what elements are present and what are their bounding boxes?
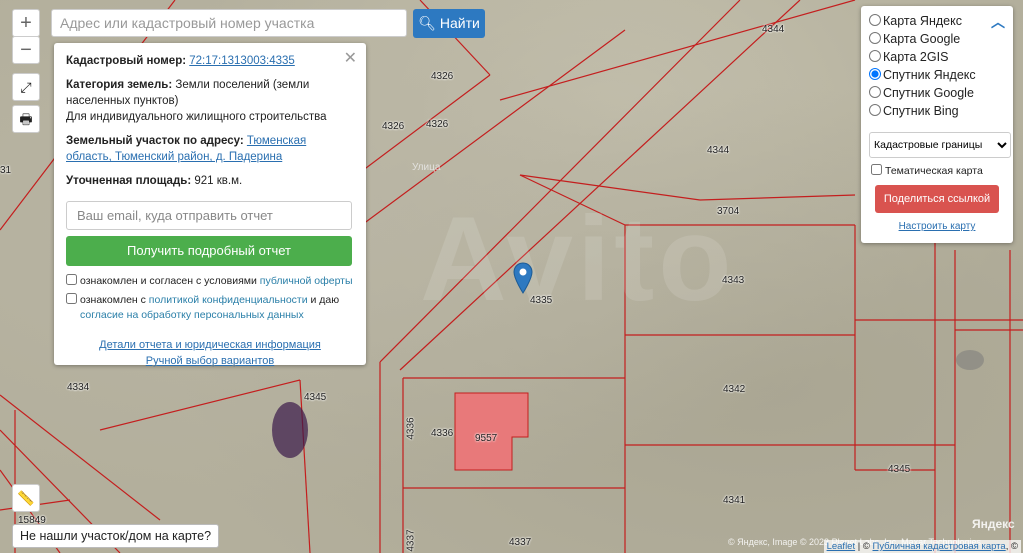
- privacy-consent-checkbox[interactable]: [66, 293, 77, 304]
- plot-label: 4343: [722, 275, 745, 286]
- plot-label: 4336: [431, 428, 454, 439]
- category-use: Для индивидуального жилищного строительс…: [66, 111, 327, 123]
- search-button[interactable]: 🔍︎ Найти: [413, 9, 485, 38]
- layer-option[interactable]: Карта Google: [869, 30, 1005, 48]
- search-button-label: Найти: [439, 15, 480, 31]
- offer-consent-row: ознакомлен и согласен с условиями публич…: [66, 274, 354, 289]
- plot-label: 3704: [717, 206, 740, 217]
- layer-radio[interactable]: [869, 86, 881, 98]
- plot-label: 4344: [707, 145, 730, 156]
- yandex-logo: Яндекс: [972, 517, 1015, 531]
- leaflet-link[interactable]: Leaflet: [827, 541, 856, 552]
- offer-link[interactable]: публичной оферты: [260, 275, 353, 287]
- plot-label: 31: [0, 165, 12, 176]
- category-label: Категория земель:: [66, 79, 173, 91]
- layer-radio[interactable]: [869, 104, 881, 116]
- attribution-tail: , ©: [1005, 541, 1018, 552]
- cadastral-label: Кадастровый номер:: [66, 55, 187, 67]
- privacy-policy-link[interactable]: политикой конфиденциальности: [149, 294, 308, 306]
- layer-option-label: Спутник Яндекс: [883, 68, 976, 82]
- avito-watermark: Avito: [420, 192, 736, 326]
- fullscreen-button[interactable]: ⤢: [12, 73, 40, 101]
- plot-label: 4337: [405, 529, 417, 552]
- thematic-map-label: Тематическая карта: [885, 165, 983, 177]
- layer-radio[interactable]: [869, 32, 881, 44]
- report-details-link[interactable]: Детали отчета и юридическая информация: [99, 339, 321, 351]
- attribution-sep: | ©: [855, 541, 873, 552]
- layer-option-label: Карта Яндекс: [883, 14, 962, 28]
- plot-label: 4335: [530, 295, 553, 306]
- setup-map-link[interactable]: Настроить карту: [899, 221, 976, 232]
- zoom-in-button[interactable]: +: [12, 9, 40, 37]
- road-label: Улица: [412, 162, 441, 173]
- plot-label: 4345: [888, 464, 911, 475]
- measure-button[interactable]: 📏: [12, 484, 40, 512]
- map-layers-panel: ︿ Карта Яндекс Карта Google Карта 2GIS Спут…: [861, 6, 1013, 243]
- layer-option-label: Карта 2GIS: [883, 50, 949, 64]
- printer-icon: 🖶: [19, 111, 33, 127]
- plot-label: 4344: [762, 24, 785, 35]
- privacy-consent-text: ознакомлен с: [80, 294, 149, 306]
- plot-label: 4326: [431, 71, 454, 82]
- layer-option-label: Карта Google: [883, 32, 961, 46]
- layer-radio[interactable]: [869, 68, 881, 80]
- plot-label: 4336: [405, 417, 417, 440]
- expand-icon: ⤢: [20, 79, 32, 95]
- search-icon: 🔍︎: [418, 15, 436, 31]
- layer-option-label: Спутник Bing: [883, 104, 959, 118]
- not-found-button[interactable]: Не нашли участок/дом на карте?: [12, 524, 220, 548]
- email-field[interactable]: [66, 201, 352, 230]
- plot-label: 9557: [475, 433, 498, 444]
- chevron-up-icon[interactable]: ︿: [991, 12, 1005, 32]
- plot-label: 4334: [67, 382, 90, 393]
- zoom-out-button[interactable]: −: [12, 36, 40, 64]
- privacy-consent-mid: и даю: [307, 294, 340, 306]
- layer-option[interactable]: Карта Яндекс: [869, 12, 1005, 30]
- privacy-consent-row: ознакомлен с политикой конфиденциальност…: [66, 293, 354, 323]
- share-link-button[interactable]: Поделиться ссылкой: [875, 185, 999, 213]
- layer-option[interactable]: Спутник Google: [869, 84, 1005, 102]
- layer-option[interactable]: Спутник Яндекс: [869, 66, 1005, 84]
- layer-option[interactable]: Спутник Bing: [869, 102, 1005, 120]
- plot-label: 4341: [723, 495, 746, 506]
- layer-option[interactable]: Карта 2GIS: [869, 48, 1005, 66]
- layer-radio[interactable]: [869, 50, 881, 62]
- parcel-info-panel: ✕ Кадастровый номер: 72:17:1313003:4335 …: [54, 43, 366, 367]
- plot-label: 4345: [304, 392, 327, 403]
- manual-selection-link[interactable]: Ручной выбор вариантов: [146, 355, 274, 367]
- address-label: Земельный участок по адресу:: [66, 135, 244, 147]
- plot-label: 4326: [382, 121, 405, 132]
- area-value: 921 кв.м.: [194, 175, 243, 187]
- ruler-icon: 📏: [17, 490, 35, 506]
- offer-consent-checkbox[interactable]: [66, 274, 77, 285]
- personal-data-link[interactable]: согласие на обработку персональных данны…: [66, 309, 304, 321]
- plot-label: 4337: [509, 537, 532, 548]
- pkk-link[interactable]: Публичная кадастровая карта: [873, 541, 1006, 552]
- layer-option-label: Спутник Google: [883, 86, 974, 100]
- plot-label: 4326: [426, 119, 449, 130]
- close-icon[interactable]: ✕: [344, 48, 357, 68]
- map-attribution: Leaflet | © Публичная кадастровая карта,…: [823, 540, 1021, 553]
- thematic-map-row: Тематическая карта: [869, 164, 1005, 177]
- offer-consent-text: ознакомлен и согласен с условиями: [80, 275, 260, 287]
- plot-label: 4342: [723, 384, 746, 395]
- cadastral-layer-select[interactable]: Кадастровые границы: [869, 132, 1011, 158]
- address-search-input[interactable]: [51, 9, 407, 37]
- layer-radio[interactable]: [869, 14, 881, 26]
- print-button[interactable]: 🖶: [12, 105, 40, 133]
- thematic-map-checkbox[interactable]: [871, 164, 882, 175]
- cadastral-number-link[interactable]: 72:17:1313003:4335: [189, 55, 295, 67]
- get-report-button[interactable]: Получить подробный отчет: [66, 236, 352, 266]
- area-label: Уточненная площадь:: [66, 175, 192, 187]
